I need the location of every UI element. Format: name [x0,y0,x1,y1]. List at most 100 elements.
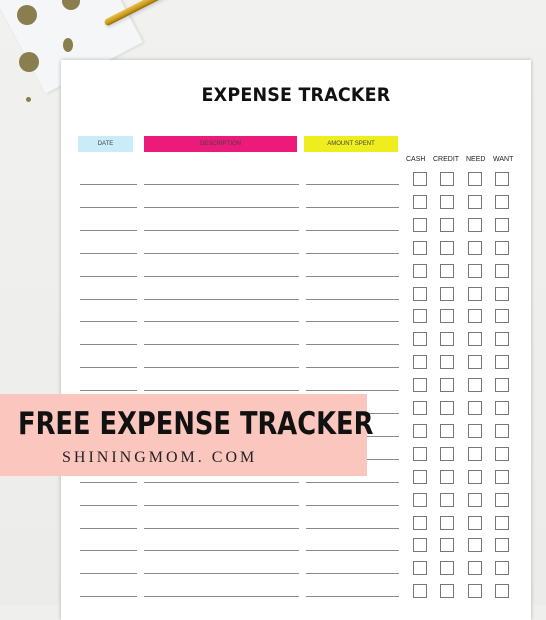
amount-line[interactable] [306,527,399,529]
need-checkbox[interactable] [468,492,482,507]
credit-checkbox[interactable] [440,286,454,301]
cash-checkbox[interactable] [413,584,427,599]
description-line[interactable] [144,390,299,392]
credit-checkbox[interactable] [440,378,454,393]
credit-checkbox[interactable] [440,469,454,484]
cash-checkbox[interactable] [413,401,427,415]
date-line[interactable] [80,596,137,598]
description-line[interactable] [144,596,299,598]
cash-checkbox[interactable] [413,332,427,347]
description-line[interactable] [144,344,299,346]
description-line[interactable] [144,275,299,277]
credit-checkbox[interactable] [440,332,454,347]
date-line[interactable] [80,367,137,369]
want-checkbox[interactable] [495,172,509,186]
need-checkbox[interactable] [468,538,482,553]
need-checkbox[interactable] [468,217,482,232]
description-line[interactable] [144,184,299,185]
credit-checkbox[interactable] [440,355,454,370]
cash-checkbox[interactable] [413,378,427,393]
want-checkbox[interactable] [495,446,509,461]
date-line[interactable] [80,252,137,254]
amount-line[interactable] [306,206,399,208]
cash-checkbox[interactable] [413,561,427,576]
need-checkbox[interactable] [468,240,482,255]
date-line[interactable] [80,527,137,529]
cash-checkbox[interactable] [413,469,427,484]
cash-checkbox[interactable] [413,355,427,370]
description-line[interactable] [144,550,299,552]
need-checkbox[interactable] [468,378,482,393]
description-line[interactable] [144,527,299,529]
date-line[interactable] [80,321,137,323]
need-checkbox[interactable] [468,515,482,530]
description-line[interactable] [144,321,299,323]
description-line[interactable] [144,504,299,506]
want-checkbox[interactable] [495,423,509,438]
amount-line[interactable] [306,298,399,300]
description-line[interactable] [144,252,299,254]
want-checkbox[interactable] [495,194,509,209]
amount-line[interactable] [306,596,399,598]
cash-checkbox[interactable] [413,217,427,232]
date-line[interactable] [80,229,137,231]
date-line[interactable] [80,184,137,185]
need-checkbox[interactable] [468,286,482,301]
amount-line[interactable] [306,229,399,231]
amount-line[interactable] [306,275,399,277]
cash-checkbox[interactable] [413,263,427,278]
need-checkbox[interactable] [468,194,482,209]
credit-checkbox[interactable] [440,423,454,438]
amount-line[interactable] [306,252,399,254]
cash-checkbox[interactable] [413,286,427,301]
description-line[interactable] [144,573,299,575]
date-line[interactable] [80,504,137,506]
amount-line[interactable] [306,504,399,506]
amount-line[interactable] [306,321,399,323]
want-checkbox[interactable] [495,538,509,553]
date-line[interactable] [80,275,137,277]
need-checkbox[interactable] [468,561,482,576]
date-line[interactable] [80,298,137,300]
want-checkbox[interactable] [495,401,509,415]
cash-checkbox[interactable] [413,309,427,324]
want-checkbox[interactable] [495,378,509,393]
want-checkbox[interactable] [495,561,509,576]
credit-checkbox[interactable] [440,172,454,186]
credit-checkbox[interactable] [440,492,454,507]
description-line[interactable] [144,229,299,231]
want-checkbox[interactable] [495,263,509,278]
credit-checkbox[interactable] [440,217,454,232]
cash-checkbox[interactable] [413,240,427,255]
cash-checkbox[interactable] [413,492,427,507]
amount-line[interactable] [306,573,399,575]
cash-checkbox[interactable] [413,515,427,530]
amount-line[interactable] [306,344,399,346]
amount-line[interactable] [306,481,399,483]
want-checkbox[interactable] [495,515,509,530]
cash-checkbox[interactable] [413,446,427,461]
amount-line[interactable] [306,367,399,369]
need-checkbox[interactable] [468,469,482,484]
need-checkbox[interactable] [468,423,482,438]
cash-checkbox[interactable] [413,194,427,209]
need-checkbox[interactable] [468,172,482,186]
credit-checkbox[interactable] [440,538,454,553]
need-checkbox[interactable] [468,446,482,461]
description-line[interactable] [144,481,299,483]
credit-checkbox[interactable] [440,309,454,324]
date-line[interactable] [80,550,137,552]
credit-checkbox[interactable] [440,240,454,255]
description-line[interactable] [144,206,299,208]
need-checkbox[interactable] [468,584,482,599]
date-line[interactable] [80,206,137,208]
credit-checkbox[interactable] [440,263,454,278]
credit-checkbox[interactable] [440,401,454,415]
credit-checkbox[interactable] [440,584,454,599]
amount-line[interactable] [306,184,399,185]
need-checkbox[interactable] [468,309,482,324]
amount-line[interactable] [306,390,399,392]
cash-checkbox[interactable] [413,538,427,553]
credit-checkbox[interactable] [440,446,454,461]
want-checkbox[interactable] [495,469,509,484]
